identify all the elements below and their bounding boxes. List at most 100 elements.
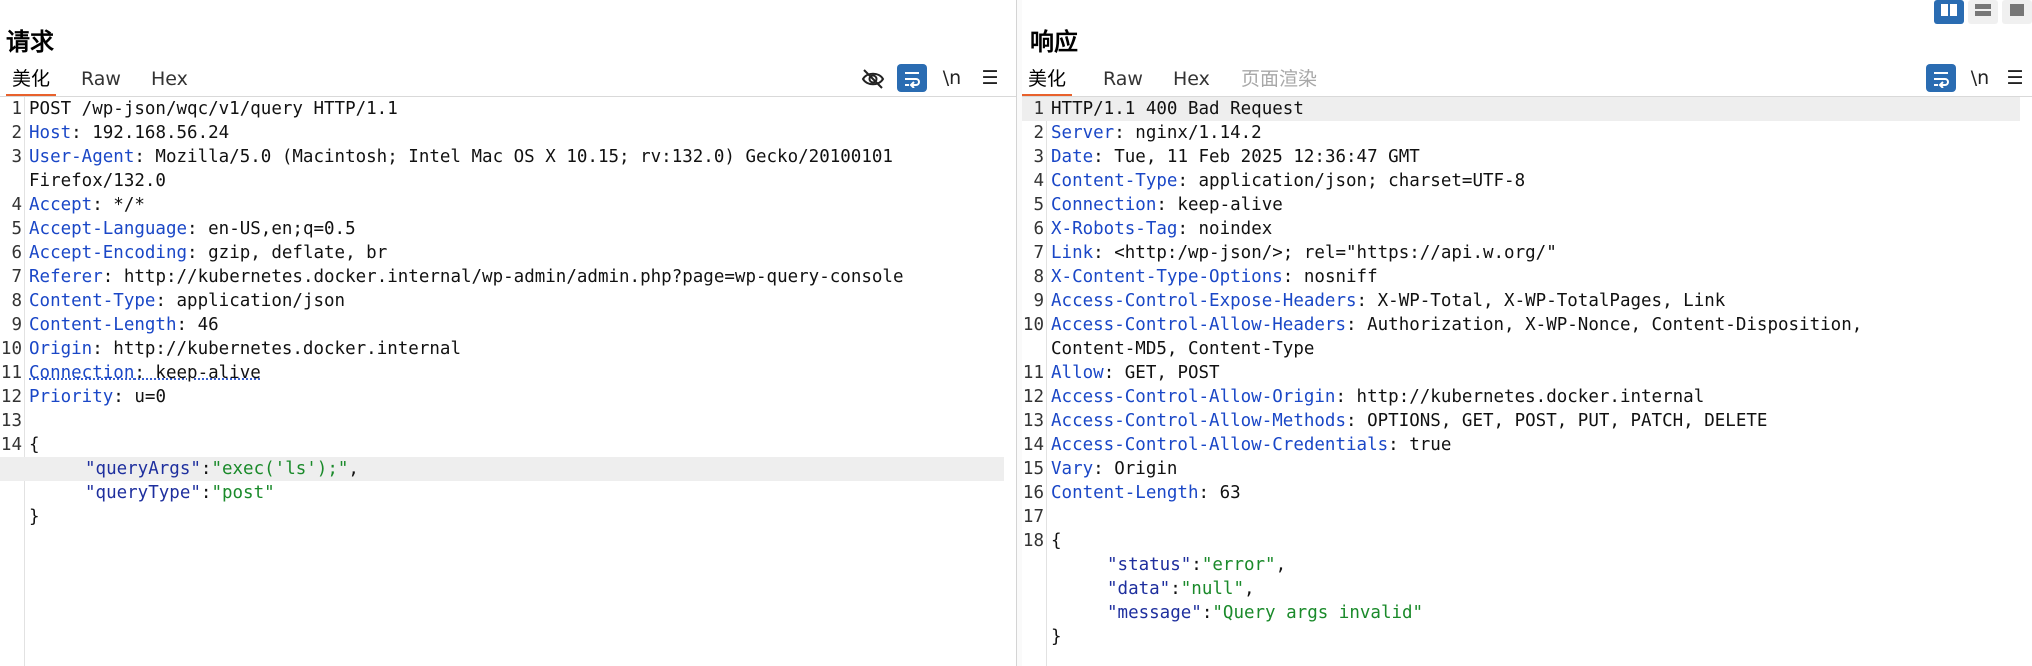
line-number: 1	[1033, 99, 1044, 119]
newline-toggle[interactable]: \n	[937, 64, 967, 92]
line-number: 7	[1033, 243, 1044, 263]
response-json-line: "data":"null",	[1022, 577, 2020, 601]
header-value: : keep-alive	[134, 363, 261, 383]
line-number: 11	[0, 363, 22, 383]
line-text: Content-MD5, Content-Type	[1051, 337, 1314, 361]
json-entry: "status":"error",	[1107, 553, 1286, 577]
header-value: : nosniff	[1282, 267, 1378, 287]
request-json-line: "queryType":"post"	[0, 481, 1004, 505]
request-tab-raw[interactable]: Raw	[75, 64, 127, 94]
header-name: Host	[29, 123, 72, 143]
request-tab-pretty[interactable]: 美化	[6, 64, 57, 96]
header-value: : u=0	[113, 387, 166, 407]
response-editor[interactable]: 1 HTTP/1.1 400 Bad Request 2 Server: nginx/…	[1022, 97, 2032, 666]
line-text: Access-Control-Allow-Methods: OPTIONS, G…	[1051, 409, 1767, 433]
split-horizontal-icon[interactable]	[1968, 0, 1998, 24]
header-value: : en-US,en;q=0.5	[187, 219, 356, 239]
line-text: {	[1051, 529, 1062, 553]
single-pane-icon[interactable]	[2002, 0, 2032, 24]
header-value: : application/json	[155, 291, 346, 311]
json-value: "error"	[1201, 555, 1276, 575]
eye-off-icon[interactable]	[858, 64, 888, 92]
request-line: 2 Host: 192.168.56.24	[0, 121, 1004, 145]
line-number: 8	[1033, 267, 1044, 287]
menu-icon[interactable]: ☰	[2000, 64, 2030, 92]
request-line: 10 Origin: http://kubernetes.docker.inter…	[0, 337, 1004, 361]
line-number: 3	[11, 147, 22, 167]
line-text: Server: nginx/1.14.2	[1051, 121, 1262, 145]
response-line: 18 {	[1022, 529, 2020, 553]
header-value: : 192.168.56.24	[71, 123, 230, 143]
response-line: 13 Access-Control-Allow-Methods: OPTIONS,…	[1022, 409, 2020, 433]
response-json-line: "status":"error",	[1022, 553, 2020, 577]
header-name: X-Content-Type-Options	[1051, 267, 1283, 287]
line-number: 8	[11, 291, 22, 311]
response-tab-render[interactable]: 页面渲染	[1235, 64, 1323, 94]
line-number: 17	[1022, 507, 1044, 527]
header-name: Connection	[29, 363, 135, 383]
json-entry: "queryType":"post"	[85, 481, 275, 505]
header-value: : Mozilla/5.0 (Macintosh; Intel Mac OS X…	[134, 147, 893, 167]
header-name: Connection	[1051, 195, 1157, 215]
line-number: 18	[1022, 531, 1044, 551]
wrap-icon[interactable]	[1926, 64, 1956, 92]
menu-icon[interactable]: ☰	[975, 64, 1005, 92]
response-line: 9 Access-Control-Expose-Headers: X-WP-Tot…	[1022, 289, 2020, 313]
response-line: 7 Link: <http:/wp-json/>; rel="https://ap…	[1022, 241, 2020, 265]
request-line: 7 Referer: http://kubernetes.docker.inter…	[0, 265, 1004, 289]
line-text: Link: <http:/wp-json/>; rel="https://api…	[1051, 241, 1557, 265]
header-name: Allow	[1051, 363, 1104, 383]
request-pane: 请求 美化 Raw Hex \n ☰ 1 POST /wp-json/wqc/v…	[0, 0, 1016, 666]
header-name: Accept	[29, 195, 93, 215]
response-line: 17	[1022, 505, 2020, 529]
header-value: : true	[1388, 435, 1452, 455]
newline-toggle[interactable]: \n	[1965, 64, 1995, 92]
wrap-icon[interactable]	[897, 64, 927, 92]
line-number: 12	[1022, 387, 1044, 407]
line-text: Content-Length: 63	[1051, 481, 1241, 505]
line-number: 2	[1033, 123, 1044, 143]
request-editor[interactable]: 1 POST /wp-json/wqc/v1/query HTTP/1.1 2 Hos…	[0, 97, 1016, 666]
response-tab-hex[interactable]: Hex	[1167, 64, 1216, 94]
response-tab-raw[interactable]: Raw	[1097, 64, 1149, 94]
header-value: POST /wp-json/wqc/v1/query HTTP/1.1	[29, 99, 398, 119]
line-text: Accept-Language: en-US,en;q=0.5	[29, 217, 356, 241]
request-json-line: "queryArgs":"exec('ls');",	[0, 457, 1004, 481]
header-value: : */*	[92, 195, 145, 215]
line-number: 4	[1033, 171, 1044, 191]
line-number: 14	[0, 435, 22, 455]
request-line: 5 Accept-Language: en-US,en;q=0.5	[0, 217, 1004, 241]
line-number: 16	[1022, 483, 1044, 503]
request-closing-line: }	[0, 505, 1004, 529]
response-tab-pretty[interactable]: 美化	[1022, 64, 1073, 96]
line-text: HTTP/1.1 400 Bad Request	[1051, 97, 1304, 121]
response-line: 12 Access-Control-Allow-Origin: http://ku…	[1022, 385, 2020, 409]
response-line: Content-MD5, Content-Type	[1022, 337, 2020, 361]
header-name: Referer	[29, 267, 103, 287]
header-name: Server	[1051, 123, 1115, 143]
closing-brace: }	[1051, 627, 1062, 647]
line-text: {	[29, 433, 40, 457]
header-name: Content-Type	[29, 291, 156, 311]
response-tabs: 美化 Raw Hex 页面渲染	[1022, 62, 2032, 97]
json-value: "exec('ls');"	[211, 459, 349, 479]
header-name: Content-Length	[1051, 483, 1199, 503]
request-tab-hex[interactable]: Hex	[145, 64, 194, 94]
line-text: Access-Control-Allow-Origin: http://kube…	[1051, 385, 1704, 409]
line-number: 9	[11, 315, 22, 335]
split-vertical-svg	[1941, 4, 1957, 16]
response-line: 10 Access-Control-Allow-Headers: Authoriz…	[1022, 313, 2020, 337]
line-text: Vary: Origin	[1051, 457, 1177, 481]
header-name: Priority	[29, 387, 114, 407]
request-line: 6 Accept-Encoding: gzip, deflate, br	[0, 241, 1004, 265]
line-text: X-Content-Type-Options: nosniff	[1051, 265, 1378, 289]
json-separator: :	[1201, 603, 1213, 623]
header-name: Access-Control-Allow-Headers	[1051, 315, 1347, 335]
header-name: Vary	[1051, 459, 1094, 479]
json-value: "null"	[1180, 579, 1244, 599]
split-vertical-icon[interactable]	[1934, 0, 1964, 24]
header-value: : noindex	[1177, 219, 1273, 239]
response-line: 5 Connection: keep-alive	[1022, 193, 2020, 217]
line-text: Accept: */*	[29, 193, 145, 217]
json-separator: :	[200, 459, 212, 479]
